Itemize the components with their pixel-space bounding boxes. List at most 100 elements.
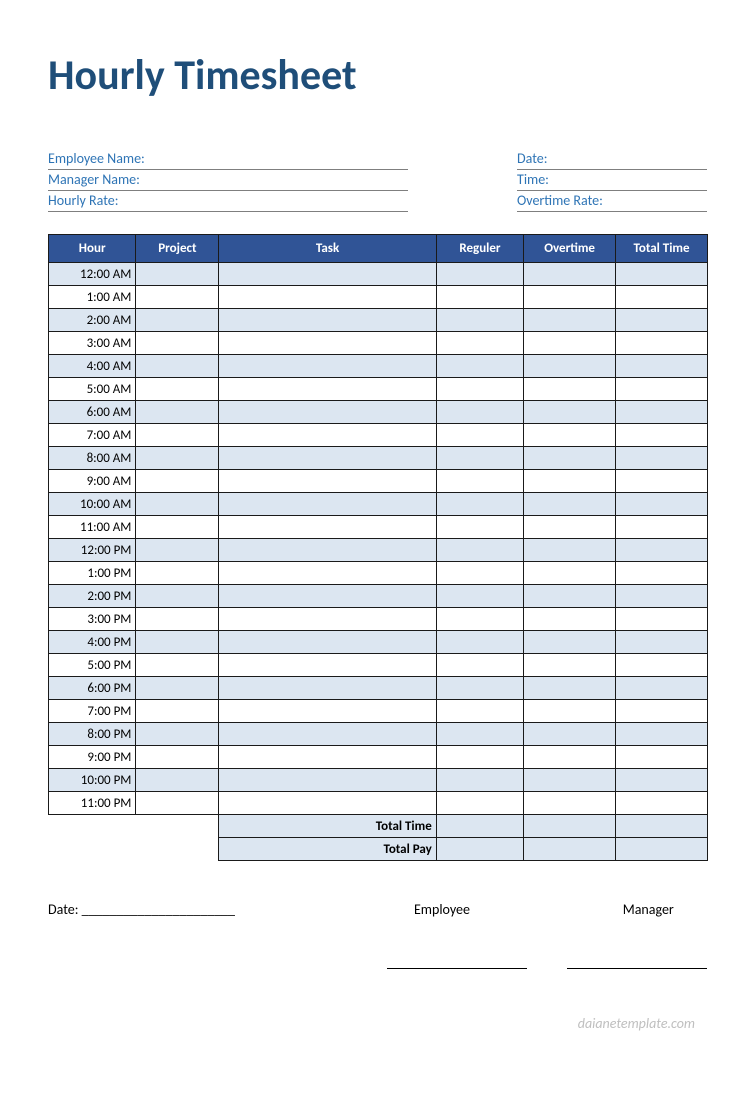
total-time-total[interactable] <box>616 815 708 838</box>
cell-total[interactable] <box>616 769 708 792</box>
cell-reguler[interactable] <box>436 309 523 332</box>
cell-task[interactable] <box>219 654 436 677</box>
cell-project[interactable] <box>136 769 219 792</box>
cell-task[interactable] <box>219 332 436 355</box>
cell-total[interactable] <box>616 746 708 769</box>
cell-task[interactable] <box>219 516 436 539</box>
cell-overtime[interactable] <box>524 631 616 654</box>
cell-total[interactable] <box>616 401 708 424</box>
cell-total[interactable] <box>616 493 708 516</box>
cell-task[interactable] <box>219 493 436 516</box>
cell-overtime[interactable] <box>524 700 616 723</box>
cell-total[interactable] <box>616 608 708 631</box>
cell-reguler[interactable] <box>436 631 523 654</box>
cell-total[interactable] <box>616 516 708 539</box>
cell-overtime[interactable] <box>524 493 616 516</box>
overtime-rate-field[interactable]: Overtime Rate: <box>517 191 707 212</box>
manager-signature-line[interactable] <box>567 968 707 969</box>
cell-task[interactable] <box>219 470 436 493</box>
cell-overtime[interactable] <box>524 792 616 815</box>
cell-project[interactable] <box>136 723 219 746</box>
cell-project[interactable] <box>136 332 219 355</box>
cell-task[interactable] <box>219 309 436 332</box>
cell-overtime[interactable] <box>524 309 616 332</box>
cell-reguler[interactable] <box>436 769 523 792</box>
cell-reguler[interactable] <box>436 332 523 355</box>
cell-reguler[interactable] <box>436 792 523 815</box>
cell-reguler[interactable] <box>436 700 523 723</box>
total-pay-reguler[interactable] <box>436 838 523 861</box>
cell-total[interactable] <box>616 309 708 332</box>
cell-overtime[interactable] <box>524 562 616 585</box>
total-pay-overtime[interactable] <box>524 838 616 861</box>
cell-overtime[interactable] <box>524 470 616 493</box>
cell-total[interactable] <box>616 424 708 447</box>
cell-project[interactable] <box>136 654 219 677</box>
cell-total[interactable] <box>616 700 708 723</box>
cell-project[interactable] <box>136 424 219 447</box>
cell-reguler[interactable] <box>436 493 523 516</box>
cell-project[interactable] <box>136 700 219 723</box>
cell-overtime[interactable] <box>524 677 616 700</box>
employee-signature-line[interactable] <box>387 968 527 969</box>
cell-project[interactable] <box>136 309 219 332</box>
cell-reguler[interactable] <box>436 723 523 746</box>
cell-task[interactable] <box>219 677 436 700</box>
cell-overtime[interactable] <box>524 608 616 631</box>
cell-reguler[interactable] <box>436 585 523 608</box>
cell-total[interactable] <box>616 470 708 493</box>
cell-total[interactable] <box>616 263 708 286</box>
cell-total[interactable] <box>616 332 708 355</box>
cell-total[interactable] <box>616 562 708 585</box>
cell-reguler[interactable] <box>436 286 523 309</box>
cell-project[interactable] <box>136 539 219 562</box>
cell-reguler[interactable] <box>436 470 523 493</box>
total-time-overtime[interactable] <box>524 815 616 838</box>
cell-project[interactable] <box>136 516 219 539</box>
time-field[interactable]: Time: <box>517 170 707 191</box>
cell-task[interactable] <box>219 355 436 378</box>
cell-overtime[interactable] <box>524 447 616 470</box>
cell-task[interactable] <box>219 769 436 792</box>
cell-task[interactable] <box>219 401 436 424</box>
cell-project[interactable] <box>136 286 219 309</box>
cell-total[interactable] <box>616 723 708 746</box>
cell-overtime[interactable] <box>524 585 616 608</box>
cell-task[interactable] <box>219 700 436 723</box>
cell-reguler[interactable] <box>436 654 523 677</box>
cell-overtime[interactable] <box>524 401 616 424</box>
cell-project[interactable] <box>136 562 219 585</box>
cell-total[interactable] <box>616 539 708 562</box>
cell-task[interactable] <box>219 585 436 608</box>
cell-project[interactable] <box>136 401 219 424</box>
cell-project[interactable] <box>136 608 219 631</box>
hourly-rate-field[interactable]: Hourly Rate: <box>48 191 408 212</box>
employee-name-field[interactable]: Employee Name: <box>48 149 408 170</box>
cell-task[interactable] <box>219 447 436 470</box>
cell-total[interactable] <box>616 677 708 700</box>
cell-reguler[interactable] <box>436 447 523 470</box>
cell-project[interactable] <box>136 447 219 470</box>
cell-task[interactable] <box>219 746 436 769</box>
cell-overtime[interactable] <box>524 516 616 539</box>
cell-project[interactable] <box>136 585 219 608</box>
cell-project[interactable] <box>136 792 219 815</box>
cell-overtime[interactable] <box>524 263 616 286</box>
cell-task[interactable] <box>219 378 436 401</box>
cell-reguler[interactable] <box>436 424 523 447</box>
cell-task[interactable] <box>219 723 436 746</box>
cell-reguler[interactable] <box>436 355 523 378</box>
cell-total[interactable] <box>616 792 708 815</box>
cell-project[interactable] <box>136 378 219 401</box>
cell-project[interactable] <box>136 631 219 654</box>
cell-reguler[interactable] <box>436 608 523 631</box>
total-pay-total[interactable] <box>616 838 708 861</box>
cell-task[interactable] <box>219 631 436 654</box>
cell-overtime[interactable] <box>524 286 616 309</box>
cell-task[interactable] <box>219 539 436 562</box>
total-time-reguler[interactable] <box>436 815 523 838</box>
cell-task[interactable] <box>219 263 436 286</box>
cell-overtime[interactable] <box>524 378 616 401</box>
cell-reguler[interactable] <box>436 677 523 700</box>
cell-total[interactable] <box>616 447 708 470</box>
